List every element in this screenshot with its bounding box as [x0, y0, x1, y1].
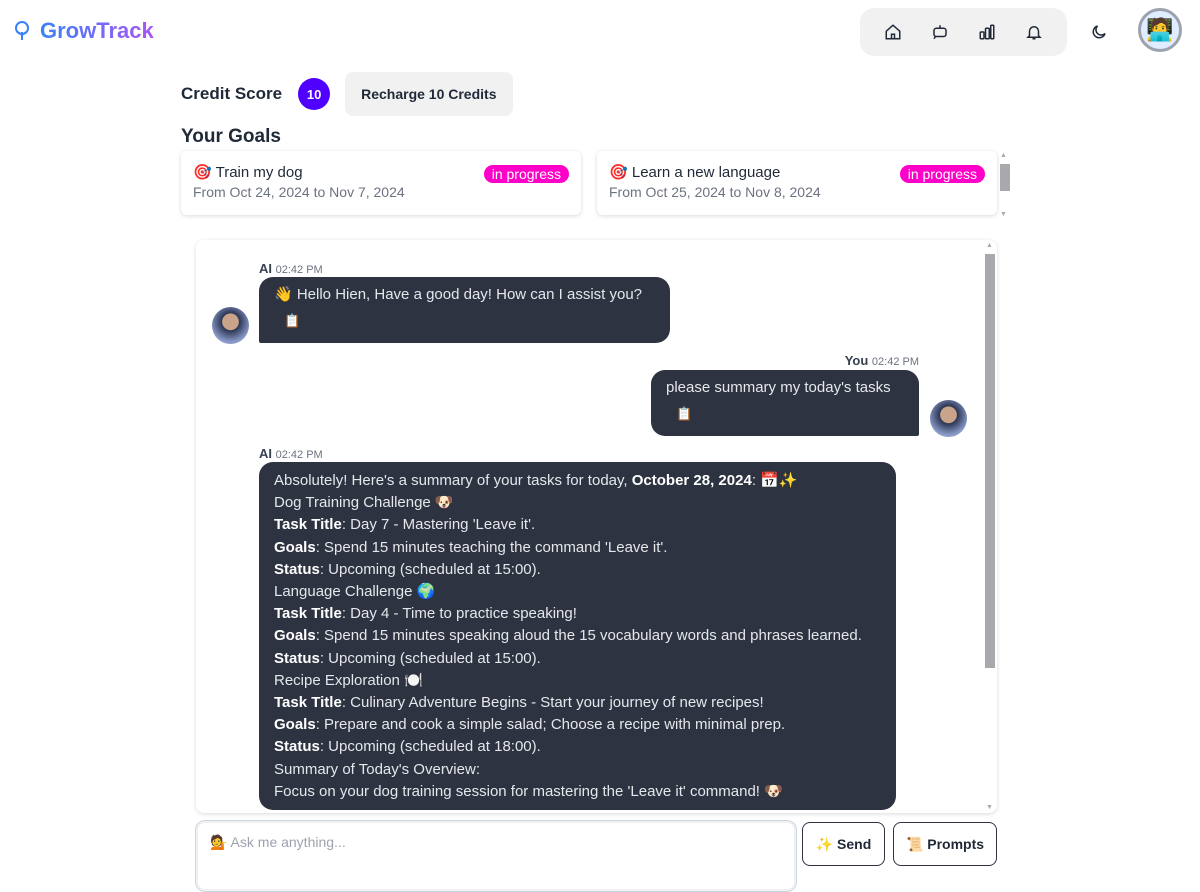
message-line: Absolutely! Here's a summary of your tas…	[274, 472, 798, 489]
message-line: Goals: Spend 15 minutes teaching the com…	[274, 538, 668, 556]
message-meta: AI 02:42 PM	[259, 446, 323, 461]
message-line: Goals: Spend 15 minutes speaking aloud t…	[274, 627, 862, 645]
user-message-bubble: please summary my today's tasks 📋	[651, 370, 919, 436]
clipboard-icon[interactable]: 📋	[284, 310, 655, 332]
app-name: GrowTrack	[40, 18, 154, 43]
message-line: Summary of Today's Overview:	[274, 760, 480, 778]
goal-card[interactable]: 🎯 Learn a new language From Oct 25, 2024…	[597, 151, 997, 215]
message-line: Focus on your dog training session for m…	[274, 782, 783, 800]
message-line: Task Title: Day 7 - Mastering 'Leave it'…	[274, 516, 536, 534]
ai-message-bubble: Absolutely! Here's a summary of your tas…	[259, 462, 896, 811]
chat-input[interactable]: 💁 Ask me anything...	[195, 820, 797, 892]
message-line: Task Title: Day 4 - Time to practice spe…	[274, 605, 577, 623]
goal-dates: From Oct 24, 2024 to Nov 7, 2024	[193, 184, 405, 200]
message-line: Status: Upcoming (scheduled at 15:00).	[274, 560, 541, 578]
goal-title: Learn a new language	[631, 164, 781, 181]
goals-title: Your Goals	[181, 126, 281, 147]
target-icon: 🎯	[609, 164, 628, 181]
recharge-button[interactable]: Recharge 10 Credits	[345, 72, 513, 116]
goals-scrollbar[interactable]: ▲ ▼	[999, 152, 1010, 218]
message-line: Task Title: Culinary Adventure Begins - …	[274, 694, 764, 712]
status-badge: in progress	[899, 165, 985, 183]
goal-dates: From Oct 25, 2024 to Nov 8, 2024	[609, 184, 821, 200]
credit-badge: 10	[298, 78, 331, 110]
chat-panel: AI 02:42 PM 👋 Hello Hien, Have a good da…	[196, 240, 997, 813]
tree-icon	[14, 20, 30, 40]
ai-avatar	[212, 307, 249, 344]
status-badge: in progress	[483, 165, 569, 183]
message-meta: AI 02:42 PM	[259, 261, 323, 276]
message-line: Goals: Prepare and cook a simple salad; …	[274, 716, 786, 734]
home-icon[interactable]	[881, 20, 905, 44]
chatbot-icon[interactable]	[928, 20, 952, 44]
chat-scrollbar[interactable]: ▲ ▼	[985, 240, 995, 813]
top-nav	[860, 8, 1067, 56]
goal-title: Train my dog	[215, 164, 303, 181]
message-line: Language Challenge 🌍	[274, 583, 436, 601]
moon-icon[interactable]	[1087, 20, 1111, 44]
clipboard-icon[interactable]: 📋	[676, 403, 904, 425]
message-meta: You 02:42 PM	[844, 353, 919, 368]
app-logo[interactable]: GrowTrack	[12, 18, 154, 44]
send-button[interactable]: ✨ Send	[802, 822, 885, 866]
credit-label: Credit Score	[181, 84, 283, 103]
user-chat-avatar	[930, 400, 967, 437]
goal-card[interactable]: 🎯 Train my dog From Oct 24, 2024 to Nov …	[181, 151, 581, 215]
bell-icon[interactable]	[1022, 20, 1046, 44]
prompts-button[interactable]: 📜 Prompts	[893, 822, 997, 866]
message-line: Recipe Exploration 🍽️	[274, 671, 423, 689]
chart-icon[interactable]	[975, 20, 999, 44]
message-line: Status: Upcoming (scheduled at 15:00).	[274, 649, 541, 667]
message-line: Dog Training Challenge 🐶	[274, 494, 454, 512]
user-avatar[interactable]: 🧑‍💻	[1138, 8, 1182, 52]
ai-message-bubble: 👋 Hello Hien, Have a good day! How can I…	[259, 277, 670, 343]
credit-score: Credit Score 10 Recharge 10 Credits	[181, 72, 513, 116]
target-icon: 🎯	[193, 164, 212, 181]
message-line: Status: Upcoming (scheduled at 18:00).	[274, 738, 541, 756]
